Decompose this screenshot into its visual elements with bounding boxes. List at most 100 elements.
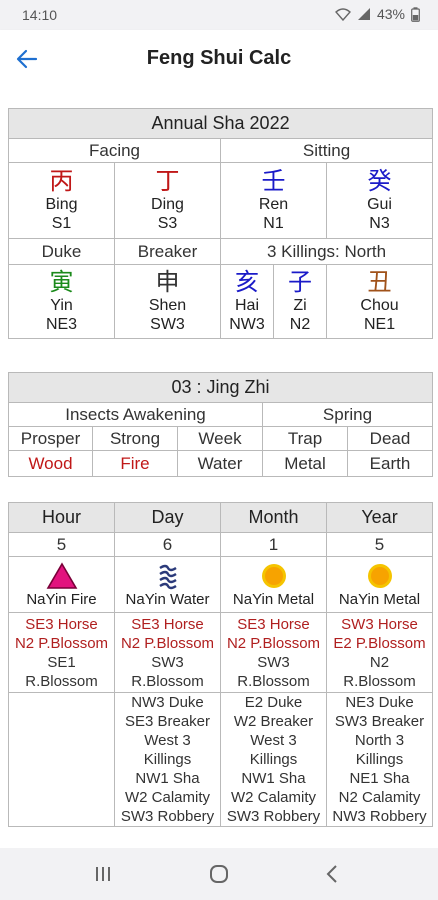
pillar-header-day: Day <box>114 502 221 533</box>
state-label: Prosper <box>8 426 93 451</box>
mountain-pinyin: Ding <box>151 196 184 213</box>
sha-line: N2 Calamity <box>338 789 421 806</box>
peach-blossom-text: N2 P.Blossom <box>226 634 321 652</box>
solar-term-table: 03 : Jing Zhi Insects Awakening Spring P… <box>8 372 433 477</box>
peach-blossom-text: N2 P.Blossom <box>14 634 109 652</box>
recent-apps-icon[interactable] <box>88 862 118 886</box>
back-icon[interactable] <box>318 862 348 886</box>
branch-code: NE3 <box>45 316 78 333</box>
element-label: Metal <box>262 450 348 477</box>
page-title: Feng Shui Calc <box>146 47 292 69</box>
peach-blossom-text: N2 P.Blossom <box>120 634 215 652</box>
sha-line: W2 Breaker <box>233 713 314 730</box>
main-content: Annual Sha 2022 Facing Sitting 丙 Bing S1 丁… <box>0 88 438 848</box>
nayin-cell: NaYin Fire <box>8 556 115 613</box>
mountain-cell: 壬 Ren N1 <box>220 162 327 239</box>
sha-line: Killings <box>355 751 404 768</box>
home-icon[interactable] <box>204 862 234 886</box>
mountain-cell: 丙 Bing S1 <box>8 162 115 239</box>
branch-pinyin: Hai <box>234 297 259 314</box>
pillar-number: 6 <box>114 532 221 557</box>
mountain-code: S3 <box>157 215 178 232</box>
pillar-number: 5 <box>8 532 115 557</box>
horse-blossom-cell: SE3 Horse N2 P.Blossom SE1 R.Blossom <box>8 612 115 693</box>
branch-code: NW3 <box>229 316 265 333</box>
three-killings-label: 3 Killings: North <box>219 238 434 265</box>
nayin-cell: NaYin Metal <box>326 556 433 613</box>
branch-cell: 丑 Chou NE1 <box>325 264 434 339</box>
solar-term-title: 03 : Jing Zhi <box>8 372 433 403</box>
branch-char: 子 <box>288 268 312 296</box>
nayin-label: NaYin Fire <box>26 591 97 608</box>
facing-label: Facing <box>8 138 221 163</box>
nayin-cell: NaYin Metal <box>220 556 327 613</box>
mountain-code: N3 <box>369 215 390 232</box>
sha-line: SE3 Breaker <box>124 713 211 730</box>
branch-cell: 寅 Yin NE3 <box>8 264 115 339</box>
season-label: Spring <box>262 402 433 427</box>
sha-line: SW3 Robbery <box>120 808 215 825</box>
mountain-code: N1 <box>263 215 284 232</box>
sha-line: NW1 Sha <box>241 770 306 787</box>
element-label: Earth <box>347 450 433 477</box>
mountain-char: 壬 <box>261 167 286 195</box>
mountain-pinyin: Ren <box>258 196 289 213</box>
mountains-row: 丙 Bing S1 丁 Ding S3 壬 Ren N1 癸 Gui N3 <box>8 162 434 239</box>
annual-sha-title: Annual Sha 2022 <box>7 108 434 139</box>
sha-line: NW1 Sha <box>135 770 200 787</box>
sha-cell: NE3 Duke SW3 Breaker North 3 Killings NE… <box>326 692 433 827</box>
pillar-number: 5 <box>326 532 433 557</box>
branch-cell: 亥 Hai NW3 <box>220 264 274 339</box>
pillar-number: 1 <box>220 532 327 557</box>
blossom-direction: SW3 <box>151 653 184 671</box>
branch-code: SW3 <box>150 316 185 333</box>
annual-sha-table: Annual Sha 2022 Facing Sitting 丙 Bing S1 丁… <box>7 108 434 339</box>
app-bar: Feng Shui Calc <box>0 30 438 88</box>
pillar-header-hour: Hour <box>8 502 115 533</box>
state-label: Week <box>177 426 263 451</box>
water-wave-icon <box>158 564 177 590</box>
sha-line: Killings <box>249 751 298 768</box>
sha-line: NW3 Robbery <box>332 808 427 825</box>
nayin-cell: NaYin Water <box>114 556 221 613</box>
branch-char: 亥 <box>235 268 259 296</box>
branch-pinyin: Zi <box>293 297 307 314</box>
sha-line: NW3 Duke <box>131 694 204 711</box>
horse-blossom-cell: SW3 Horse E2 P.Blossom N2 R.Blossom <box>326 612 433 693</box>
element-label: Wood <box>8 450 93 477</box>
pillars-table: Hour Day Month Year 5 6 1 5 NaYin Fire N… <box>8 502 433 827</box>
mountain-cell: 丁 Ding S3 <box>114 162 221 239</box>
element-states-row: Prosper Strong Week Trap Dead <box>8 426 433 451</box>
metal-sun-icon <box>261 564 286 588</box>
battery-icon <box>411 6 420 22</box>
element-label: Water <box>177 450 263 477</box>
sha-line: Killings <box>143 751 192 768</box>
pillar-header-year: Year <box>326 502 433 533</box>
branch-char: 寅 <box>49 268 74 296</box>
wifi-icon <box>334 8 351 21</box>
sha-line: NE1 Sha <box>349 770 410 787</box>
sha-line: North 3 <box>354 732 405 749</box>
state-label: Dead <box>347 426 433 451</box>
peach-blossom-text: E2 P.Blossom <box>333 634 426 652</box>
blossom-direction: SW3 <box>257 653 290 671</box>
blossom-label: R.Blossom <box>237 672 310 690</box>
sha-line: SW3 Robbery <box>226 808 321 825</box>
sha-row: NW3 Duke SE3 Breaker West 3 Killings NW1… <box>8 692 433 827</box>
branch-cell: 子 Zi N2 <box>273 264 327 339</box>
sha-line: West 3 <box>144 732 191 749</box>
horse-text: SW3 Horse <box>341 615 418 633</box>
nayin-label: NaYin Water <box>125 591 210 608</box>
fire-triangle-icon <box>46 562 77 589</box>
horse-text: SE3 Horse <box>237 615 310 633</box>
branch-pinyin: Shen <box>148 297 187 314</box>
status-icons: 43% <box>334 6 420 22</box>
nayin-row: NaYin Fire NaYin Water NaYin Metal NaYin… <box>8 556 433 613</box>
mountain-code: S1 <box>51 215 72 232</box>
nayin-label: NaYin Metal <box>338 591 421 608</box>
horse-blossom-row: SE3 Horse N2 P.Blossom SE1 R.Blossom SE3… <box>8 612 433 693</box>
battery-percent: 43% <box>376 6 405 22</box>
branch-code: NE1 <box>363 316 396 333</box>
horse-blossom-cell: SE3 Horse N2 P.Blossom SW3 R.Blossom <box>114 612 221 693</box>
signal-icon <box>357 8 370 20</box>
